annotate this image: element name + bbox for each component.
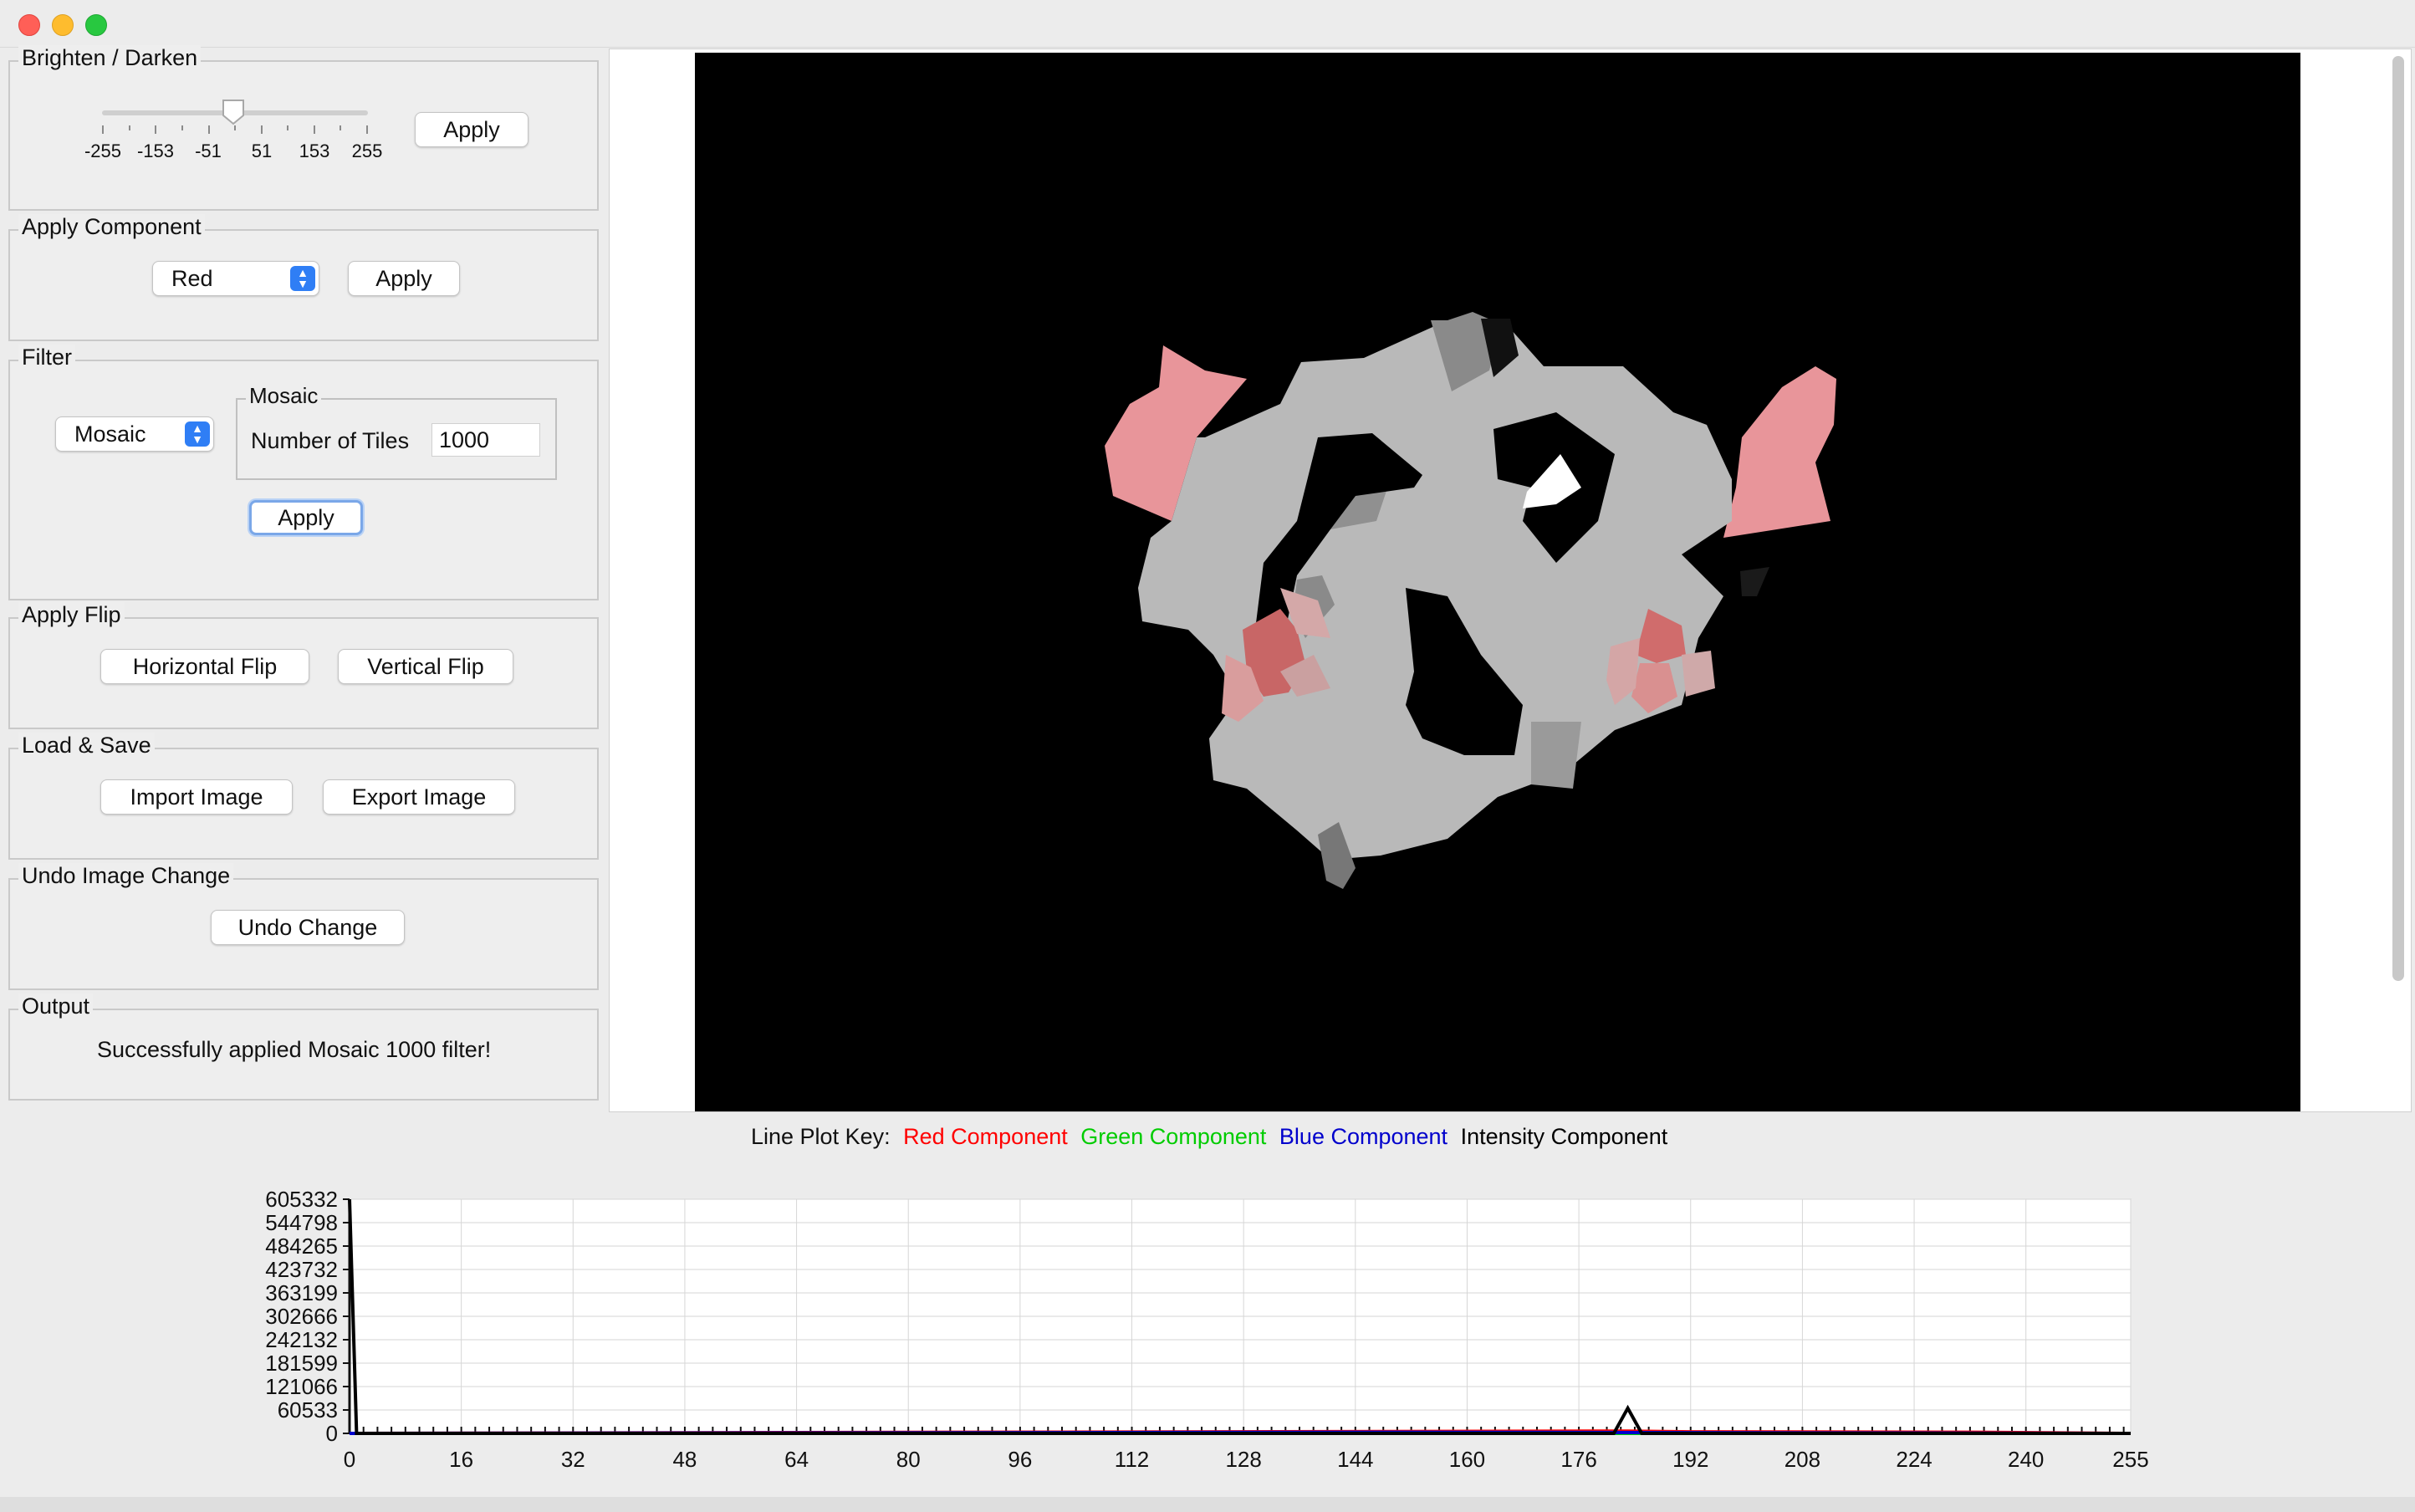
x-tick-label: 240	[2008, 1447, 2044, 1472]
window-footer	[0, 1497, 2415, 1512]
component-panel-title: Apply Component	[18, 214, 205, 240]
x-tick-label: 144	[1337, 1447, 1373, 1472]
slider-tick	[208, 125, 210, 134]
slider-tick	[366, 125, 368, 134]
chevron-up-down-icon: ▲ ▼	[185, 421, 210, 447]
plot-key: Line Plot Key: Red Component Green Compo…	[751, 1124, 1674, 1150]
flip-panel: Apply Flip Horizontal Flip Vertical Flip	[8, 602, 599, 729]
chevron-up-down-icon: ▲ ▼	[290, 266, 315, 291]
brightness-slider-thumb[interactable]	[221, 99, 246, 125]
x-tick-label: 32	[561, 1447, 585, 1472]
y-tick-label: 423732	[265, 1257, 338, 1282]
histogram-chart: 0 16 32 48 64 80 96 112 128 144 160 176 192 208 224 240…	[265, 1187, 2148, 1472]
slider-tick	[314, 125, 315, 134]
x-tick-label: 128	[1225, 1447, 1261, 1472]
brighten-panel-title: Brighten / Darken	[18, 45, 202, 71]
y-tick-label: 121066	[265, 1374, 338, 1399]
component-apply-button[interactable]: Apply	[348, 261, 460, 296]
tiles-input-value: 1000	[439, 427, 490, 452]
y-tick-label: 302666	[265, 1304, 338, 1329]
x-tick-label: 16	[449, 1447, 473, 1472]
slider-tick	[181, 125, 183, 130]
x-tick-label: 224	[1896, 1447, 1932, 1472]
x-tick-label: 192	[1672, 1447, 1708, 1472]
x-tick-label: 0	[344, 1447, 355, 1472]
x-tick-label: 96	[1008, 1447, 1032, 1472]
plot-key-red: Red Component	[903, 1124, 1068, 1149]
viewer-scrollbar[interactable]	[2392, 56, 2404, 981]
y-tick-label: 605332	[265, 1187, 338, 1212]
slider-tick-label: -255	[84, 140, 122, 161]
y-tick-label: 484265	[265, 1234, 338, 1259]
slider-tick	[129, 125, 130, 130]
x-tick-label: 64	[784, 1447, 809, 1472]
output-panel: Output Successfully applied Mosaic 1000 …	[8, 994, 599, 1101]
output-message: Successfully applied Mosaic 1000 filter!	[97, 1037, 492, 1062]
plot-key-blue: Blue Component	[1279, 1124, 1448, 1149]
y-tick-label: 242132	[265, 1327, 338, 1352]
horizontal-flip-button[interactable]: Horizontal Flip	[100, 649, 309, 684]
slider-tick-label: 153	[299, 140, 330, 161]
slider-tick	[155, 125, 156, 134]
plot-key-green: Green Component	[1080, 1124, 1267, 1149]
window-minimize-button[interactable]	[52, 14, 74, 36]
plot-key-intensity: Intensity Component	[1460, 1124, 1668, 1149]
slider-tick	[261, 125, 263, 134]
mosaic-options-box: Mosaic Number of Tiles 1000	[236, 383, 557, 480]
filter-apply-button[interactable]: Apply	[249, 500, 363, 535]
load-save-panel: Load & Save Import Image Export Image	[8, 733, 599, 860]
window-maximize-button[interactable]	[85, 14, 107, 36]
y-tick-label: 0	[326, 1421, 338, 1446]
slider-tick-label: 51	[251, 140, 273, 161]
mosaic-image	[1105, 312, 1836, 889]
import-image-button[interactable]: Import Image	[100, 779, 293, 815]
vertical-flip-button[interactable]: Vertical Flip	[338, 649, 513, 684]
filter-panel: Filter Mosaic ▲ ▼ Mosaic Number of Tiles …	[8, 345, 599, 600]
undo-panel: Undo Image Change Undo Change	[8, 863, 599, 990]
x-tick-label: 160	[1449, 1447, 1485, 1472]
slider-tick	[234, 125, 236, 130]
brighten-apply-button[interactable]: Apply	[415, 112, 528, 147]
title-bar	[0, 0, 2415, 48]
x-tick-label: 176	[1560, 1447, 1596, 1472]
tiles-input[interactable]: 1000	[431, 423, 540, 457]
image-viewer	[609, 49, 2412, 1112]
slider-tick	[287, 125, 288, 130]
output-panel-title: Output	[18, 994, 94, 1019]
load-save-panel-title: Load & Save	[18, 733, 155, 759]
brighten-panel: Brighten / Darken -255 -153 -51 51 153 2…	[8, 45, 599, 211]
y-tick-label: 60533	[278, 1397, 338, 1423]
y-tick-label: 544798	[265, 1210, 338, 1235]
component-panel: Apply Component Red ▲ ▼ Apply	[8, 214, 599, 341]
component-select-value: Red	[171, 265, 213, 291]
y-tick-label: 181599	[265, 1351, 338, 1376]
slider-tick	[102, 125, 104, 134]
x-tick-label: 80	[896, 1447, 921, 1472]
tiles-label: Number of Tiles	[251, 428, 410, 453]
export-image-button[interactable]: Export Image	[323, 779, 515, 815]
x-tick-label: 48	[672, 1447, 697, 1472]
x-tick-label: 255	[2112, 1447, 2148, 1472]
filter-select-value: Mosaic	[74, 421, 146, 447]
slider-tick-label: -153	[136, 140, 175, 161]
undo-panel-title: Undo Image Change	[18, 863, 234, 889]
slider-tick-label: -51	[195, 140, 222, 161]
slider-tick	[340, 125, 341, 130]
filter-select[interactable]: Mosaic ▲ ▼	[55, 416, 214, 452]
image-canvas	[695, 53, 2300, 1111]
flip-panel-title: Apply Flip	[18, 602, 125, 628]
x-tick-label: 208	[1784, 1447, 1820, 1472]
x-tick-label: 112	[1115, 1447, 1149, 1472]
mosaic-options-title: Mosaic	[246, 383, 322, 409]
slider-tick-label: 255	[351, 140, 383, 161]
window-close-button[interactable]	[18, 14, 40, 36]
y-tick-label: 363199	[265, 1280, 338, 1305]
plot-key-prefix: Line Plot Key:	[751, 1124, 891, 1149]
component-select[interactable]: Red ▲ ▼	[152, 261, 319, 296]
undo-change-button[interactable]: Undo Change	[211, 910, 405, 945]
filter-panel-title: Filter	[18, 345, 75, 370]
